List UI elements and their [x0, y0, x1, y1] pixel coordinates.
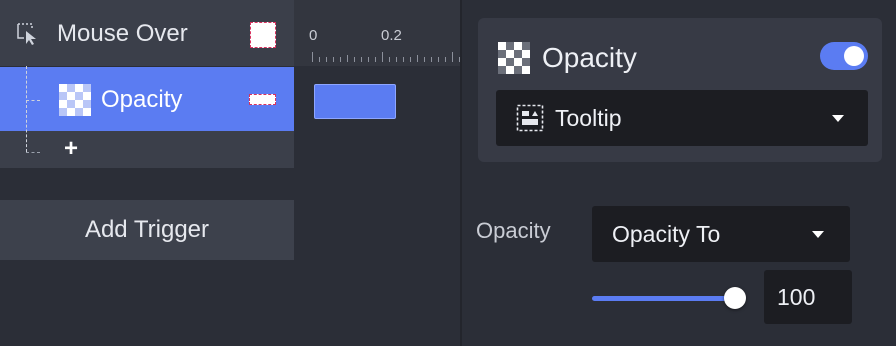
action-row-opacity[interactable]: Opacity	[0, 67, 294, 131]
action-enabled-toggle[interactable]	[820, 42, 868, 70]
caret-down-icon	[812, 231, 824, 238]
opacity-checker-icon	[498, 42, 530, 74]
opacity-mode-select[interactable]: Opacity To	[592, 206, 850, 262]
add-trigger-button[interactable]: Add Trigger	[0, 200, 294, 260]
interactions-panel: Mouse Over Opacity + Add Trigger	[0, 0, 294, 346]
tree-connector	[26, 100, 40, 101]
add-action-row[interactable]: +	[0, 131, 294, 168]
properties-panel: Opacity Tooltip Opacity Opacity To	[462, 0, 896, 346]
tick-label-0: 0	[309, 27, 318, 44]
action-color-swatch[interactable]	[249, 94, 276, 105]
target-element-select[interactable]: Tooltip	[496, 90, 868, 146]
opacity-property-label: Opacity	[476, 218, 551, 243]
add-action-button[interactable]: +	[64, 135, 78, 163]
opacity-value-input[interactable]	[764, 270, 852, 324]
timeline-ruler[interactable]: 0 0.2	[294, 0, 460, 66]
tooltip-icon	[516, 104, 544, 132]
opacity-slider-thumb[interactable]	[724, 287, 746, 309]
toggle-knob	[844, 46, 864, 66]
cursor-select-icon	[17, 23, 36, 45]
action-card: Opacity Tooltip	[478, 18, 882, 162]
target-element-value: Tooltip	[555, 105, 622, 131]
action-label: Opacity	[101, 86, 183, 113]
ruler-ticks	[312, 52, 460, 62]
opacity-mode-value: Opacity To	[612, 221, 721, 247]
opacity-checker-icon	[59, 84, 91, 116]
action-title: Opacity	[542, 42, 637, 73]
trigger-color-swatch[interactable]	[250, 22, 276, 48]
trigger-row-mouse-over[interactable]: Mouse Over	[0, 0, 294, 66]
opacity-slider-track[interactable]	[592, 296, 736, 301]
tree-connector	[26, 152, 40, 153]
opacity-timeline-bar[interactable]	[314, 84, 396, 119]
tree-connector	[26, 66, 27, 152]
timeline: 0 0.2	[294, 0, 460, 346]
trigger-label: Mouse Over	[57, 20, 188, 47]
caret-down-icon	[832, 115, 844, 122]
tick-label-0-2: 0.2	[381, 27, 402, 44]
